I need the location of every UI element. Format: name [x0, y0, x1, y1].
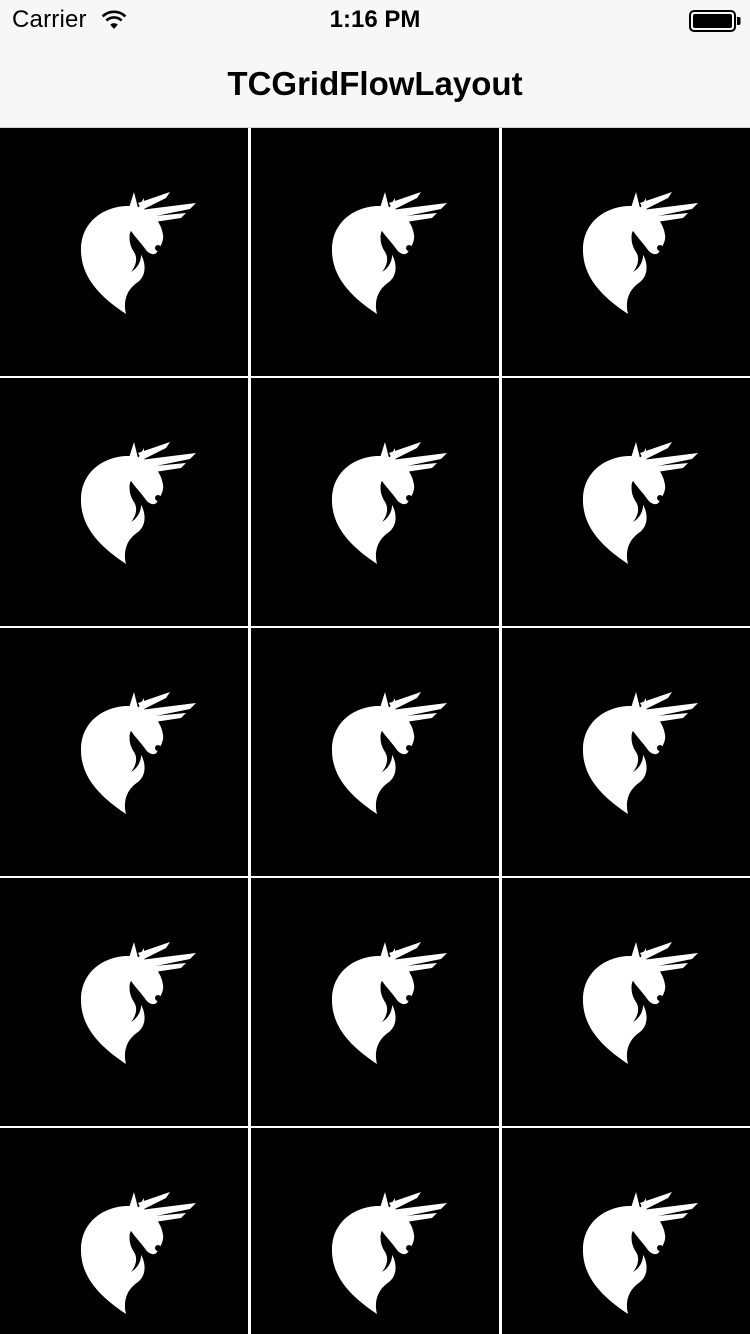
grid-cell[interactable]: [0, 128, 248, 376]
grid-cell[interactable]: [251, 878, 499, 1126]
grid-cell[interactable]: [251, 1128, 499, 1334]
clock: 1:16 PM: [329, 6, 421, 33]
grid-cell[interactable]: [502, 378, 750, 626]
unicorn-icon: [582, 942, 698, 1064]
grid-cell[interactable]: [251, 128, 499, 376]
unicorn-icon: [331, 1192, 447, 1314]
grid-cell[interactable]: [502, 878, 750, 1126]
unicorn-icon: [80, 442, 196, 564]
unicorn-icon: [582, 442, 698, 564]
unicorn-icon: [331, 692, 447, 814]
grid-cell[interactable]: [0, 628, 248, 876]
unicorn-icon: [80, 692, 196, 814]
unicorn-icon: [80, 1192, 196, 1314]
grid-cell[interactable]: [251, 628, 499, 876]
page-title: TCGridFlowLayout: [227, 65, 523, 102]
screen: Carrier 1:16 PM TCGridFlowLayout: [0, 0, 750, 1334]
unicorn-icon: [582, 692, 698, 814]
unicorn-icon: [582, 192, 698, 314]
grid-cell[interactable]: [502, 128, 750, 376]
grid-cell[interactable]: [502, 628, 750, 876]
grid-cell[interactable]: [0, 378, 248, 626]
unicorn-icon: [80, 192, 196, 314]
unicorn-icon: [331, 942, 447, 1064]
grid-cell[interactable]: [502, 1128, 750, 1334]
top-bars: Carrier 1:16 PM TCGridFlowLayout: [0, 0, 750, 128]
collection-grid[interactable]: [0, 128, 750, 1334]
status-bar: Carrier 1:16 PM: [0, 0, 750, 40]
unicorn-icon: [582, 1192, 698, 1314]
unicorn-icon: [331, 192, 447, 314]
unicorn-icon: [331, 442, 447, 564]
battery-icon: [689, 10, 741, 32]
grid-cell[interactable]: [251, 378, 499, 626]
unicorn-icon: [80, 942, 196, 1064]
grid-cell[interactable]: [0, 878, 248, 1126]
navigation-bar: TCGridFlowLayout: [0, 40, 750, 128]
grid-cell[interactable]: [0, 1128, 248, 1334]
